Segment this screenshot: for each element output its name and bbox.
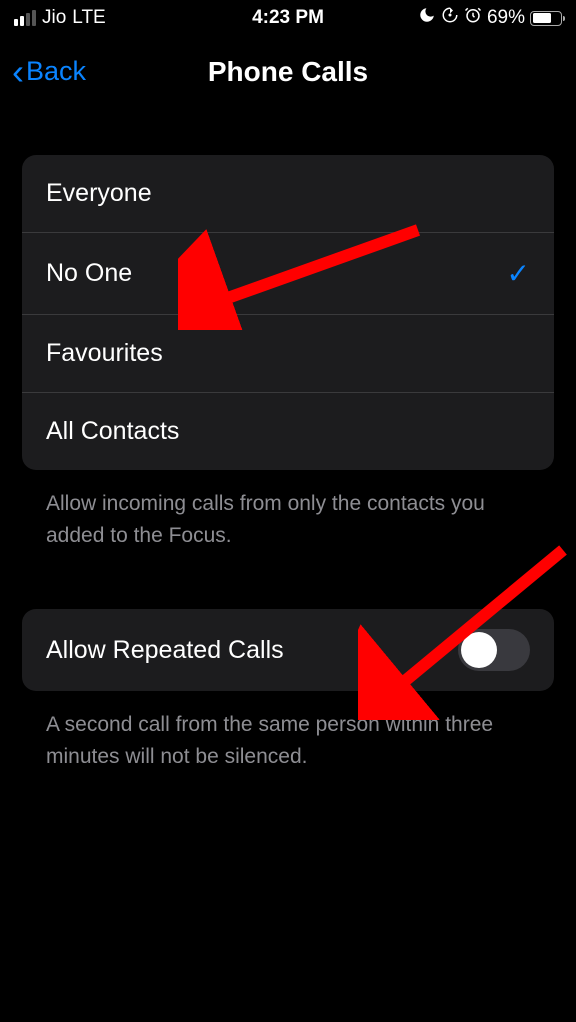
- option-everyone[interactable]: Everyone: [22, 155, 554, 233]
- repeated-calls-toggle[interactable]: [458, 629, 530, 671]
- page-title: Phone Calls: [208, 56, 368, 88]
- status-left: Jio LTE: [14, 7, 106, 29]
- battery-icon: [530, 11, 562, 26]
- back-label: Back: [26, 56, 86, 87]
- battery-percent: 69%: [487, 7, 525, 29]
- option-label: Favourites: [46, 339, 163, 368]
- status-right: 69%: [418, 6, 562, 30]
- repeated-calls-label: Allow Repeated Calls: [46, 636, 284, 665]
- checkmark-icon: ✓: [507, 257, 530, 290]
- orientation-lock-icon: [441, 6, 459, 30]
- toggle-knob: [461, 632, 497, 668]
- repeated-calls-footer: A second call from the same person withi…: [22, 691, 554, 772]
- option-label: All Contacts: [46, 417, 179, 446]
- option-all-contacts[interactable]: All Contacts: [22, 393, 554, 470]
- clock: 4:23 PM: [252, 7, 324, 29]
- allow-from-list: Everyone No One ✓ Favourites All Contact…: [22, 155, 554, 470]
- option-label: No One: [46, 259, 132, 288]
- chevron-left-icon: ‹: [12, 63, 24, 81]
- nav-header: ‹ Back Phone Calls: [0, 36, 576, 107]
- network-type: LTE: [72, 7, 105, 29]
- option-no-one[interactable]: No One ✓: [22, 233, 554, 315]
- status-bar: Jio LTE 4:23 PM 69%: [0, 0, 576, 36]
- back-button[interactable]: ‹ Back: [12, 56, 86, 87]
- alarm-icon: [464, 6, 482, 30]
- carrier-name: Jio: [42, 7, 66, 29]
- signal-icon: [14, 10, 36, 26]
- moon-icon: [418, 6, 436, 30]
- content: Everyone No One ✓ Favourites All Contact…: [0, 107, 576, 772]
- option-label: Everyone: [46, 179, 152, 208]
- allow-from-footer: Allow incoming calls from only the conta…: [22, 470, 554, 551]
- repeated-calls-group: Allow Repeated Calls: [22, 609, 554, 691]
- repeated-calls-row: Allow Repeated Calls: [22, 609, 554, 691]
- option-favourites[interactable]: Favourites: [22, 315, 554, 393]
